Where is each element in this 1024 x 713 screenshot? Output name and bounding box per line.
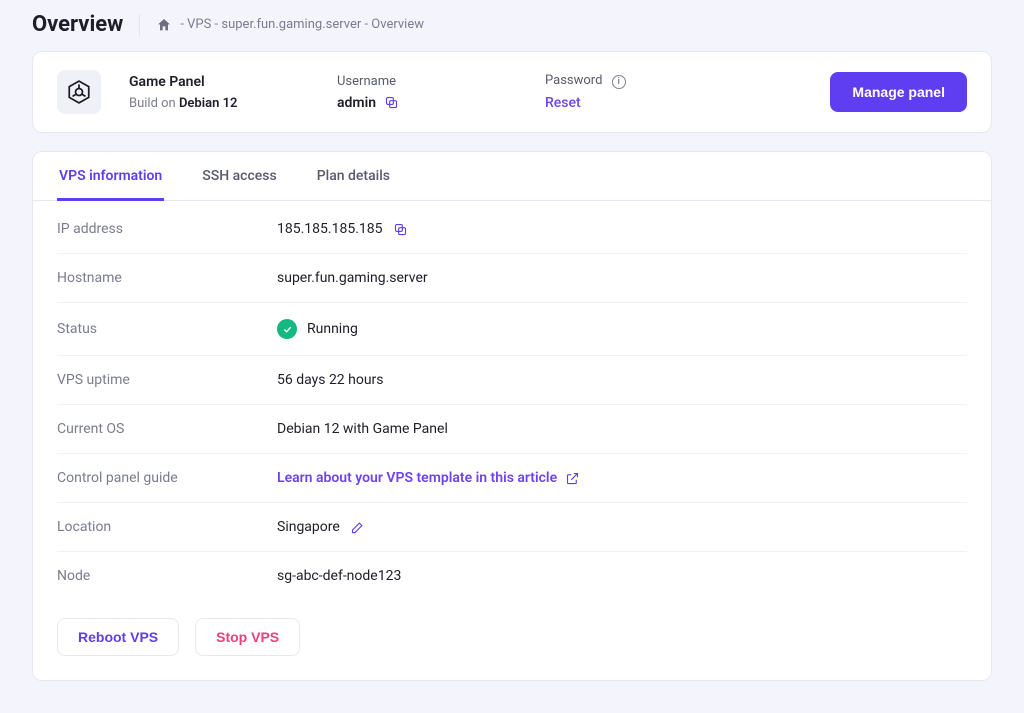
divider bbox=[139, 14, 140, 36]
hostname-value: super.fun.gaming.server bbox=[277, 270, 428, 286]
manage-panel-button[interactable]: Manage panel bbox=[830, 72, 967, 112]
row-ip: IP address 185.185.185.185 bbox=[57, 205, 967, 254]
panel-name: Game Panel bbox=[129, 74, 309, 90]
status-check-icon bbox=[277, 319, 297, 339]
guide-link[interactable]: Learn about your VPS template in this ar… bbox=[277, 470, 580, 486]
external-link-icon bbox=[565, 471, 580, 486]
password-label: Password i bbox=[545, 73, 705, 89]
os-label: Current OS bbox=[57, 421, 277, 437]
tab-ssh-access[interactable]: SSH access bbox=[200, 152, 278, 201]
location-value: Singapore bbox=[277, 519, 340, 535]
username-value: admin bbox=[337, 95, 376, 111]
row-status: Status Running bbox=[57, 303, 967, 356]
node-label: Node bbox=[57, 568, 277, 584]
stop-vps-button[interactable]: Stop VPS bbox=[195, 618, 300, 656]
copy-icon[interactable] bbox=[393, 222, 408, 237]
guide-label: Control panel guide bbox=[57, 470, 277, 486]
row-guide: Control panel guide Learn about your VPS… bbox=[57, 454, 967, 503]
tab-plan-details[interactable]: Plan details bbox=[315, 152, 392, 201]
reboot-vps-button[interactable]: Reboot VPS bbox=[57, 618, 179, 656]
row-uptime: VPS uptime 56 days 22 hours bbox=[57, 356, 967, 405]
copy-icon[interactable] bbox=[384, 95, 399, 110]
edit-icon[interactable] bbox=[350, 520, 365, 535]
row-os: Current OS Debian 12 with Game Panel bbox=[57, 405, 967, 454]
node-value: sg-abc-def-node123 bbox=[277, 568, 401, 584]
ip-label: IP address bbox=[57, 221, 277, 237]
tab-vps-information[interactable]: VPS information bbox=[57, 152, 164, 201]
os-value: Debian 12 with Game Panel bbox=[277, 421, 448, 437]
row-node: Node sg-abc-def-node123 bbox=[57, 552, 967, 600]
uptime-value: 56 days 22 hours bbox=[277, 372, 384, 388]
breadcrumb-text: - VPS - super.fun.gaming.server - Overvi… bbox=[180, 17, 424, 32]
row-location: Location Singapore bbox=[57, 503, 967, 552]
uptime-label: VPS uptime bbox=[57, 372, 277, 388]
panel-build: Build on Debian 12 bbox=[129, 96, 309, 111]
status-label: Status bbox=[57, 321, 277, 337]
tab-bar: VPS information SSH access Plan details bbox=[33, 152, 991, 201]
ip-value: 185.185.185.185 bbox=[277, 221, 383, 237]
status-value: Running bbox=[307, 321, 358, 337]
hostname-label: Hostname bbox=[57, 270, 277, 286]
home-icon bbox=[156, 17, 172, 33]
breadcrumb[interactable]: - VPS - super.fun.gaming.server - Overvi… bbox=[156, 17, 424, 33]
row-hostname: Hostname super.fun.gaming.server bbox=[57, 254, 967, 303]
vps-details-card: VPS information SSH access Plan details … bbox=[32, 151, 992, 681]
username-label: Username bbox=[337, 74, 517, 89]
page-title: Overview bbox=[32, 12, 123, 37]
info-icon[interactable]: i bbox=[612, 75, 626, 89]
location-label: Location bbox=[57, 519, 277, 535]
panel-summary-card: Game Panel Build on Debian 12 Username a… bbox=[32, 51, 992, 133]
reset-password-link[interactable]: Reset bbox=[545, 95, 705, 111]
panel-app-icon bbox=[57, 70, 101, 114]
